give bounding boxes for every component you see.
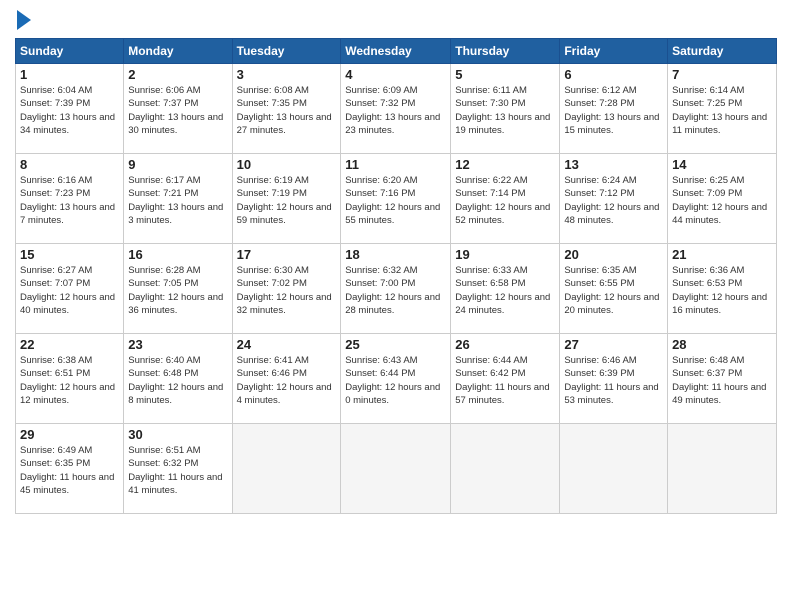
- table-row: 5Sunrise: 6:11 AMSunset: 7:30 PMDaylight…: [451, 64, 560, 154]
- table-row: [668, 424, 777, 514]
- table-row: 26Sunrise: 6:44 AMSunset: 6:42 PMDayligh…: [451, 334, 560, 424]
- calendar-week-5: 29Sunrise: 6:49 AMSunset: 6:35 PMDayligh…: [16, 424, 777, 514]
- table-row: 1Sunrise: 6:04 AMSunset: 7:39 PMDaylight…: [16, 64, 124, 154]
- table-row: 25Sunrise: 6:43 AMSunset: 6:44 PMDayligh…: [341, 334, 451, 424]
- calendar-body: 1Sunrise: 6:04 AMSunset: 7:39 PMDaylight…: [16, 64, 777, 514]
- col-monday: Monday: [124, 39, 232, 64]
- col-friday: Friday: [560, 39, 668, 64]
- table-row: 10Sunrise: 6:19 AMSunset: 7:19 PMDayligh…: [232, 154, 341, 244]
- table-row: 28Sunrise: 6:48 AMSunset: 6:37 PMDayligh…: [668, 334, 777, 424]
- logo-text: [15, 10, 31, 30]
- table-row: 20Sunrise: 6:35 AMSunset: 6:55 PMDayligh…: [560, 244, 668, 334]
- table-row: 21Sunrise: 6:36 AMSunset: 6:53 PMDayligh…: [668, 244, 777, 334]
- calendar-week-1: 1Sunrise: 6:04 AMSunset: 7:39 PMDaylight…: [16, 64, 777, 154]
- table-row: [232, 424, 341, 514]
- calendar-week-2: 8Sunrise: 6:16 AMSunset: 7:23 PMDaylight…: [16, 154, 777, 244]
- table-row: 30Sunrise: 6:51 AMSunset: 6:32 PMDayligh…: [124, 424, 232, 514]
- main-container: Sunday Monday Tuesday Wednesday Thursday…: [0, 0, 792, 524]
- table-row: 16Sunrise: 6:28 AMSunset: 7:05 PMDayligh…: [124, 244, 232, 334]
- header: [15, 10, 777, 30]
- logo: [15, 10, 31, 30]
- table-row: 22Sunrise: 6:38 AMSunset: 6:51 PMDayligh…: [16, 334, 124, 424]
- table-row: 8Sunrise: 6:16 AMSunset: 7:23 PMDaylight…: [16, 154, 124, 244]
- calendar-week-4: 22Sunrise: 6:38 AMSunset: 6:51 PMDayligh…: [16, 334, 777, 424]
- table-row: 23Sunrise: 6:40 AMSunset: 6:48 PMDayligh…: [124, 334, 232, 424]
- table-row: 13Sunrise: 6:24 AMSunset: 7:12 PMDayligh…: [560, 154, 668, 244]
- col-thursday: Thursday: [451, 39, 560, 64]
- calendar-table: Sunday Monday Tuesday Wednesday Thursday…: [15, 38, 777, 514]
- table-row: 4Sunrise: 6:09 AMSunset: 7:32 PMDaylight…: [341, 64, 451, 154]
- table-row: [451, 424, 560, 514]
- table-row: 11Sunrise: 6:20 AMSunset: 7:16 PMDayligh…: [341, 154, 451, 244]
- calendar-week-3: 15Sunrise: 6:27 AMSunset: 7:07 PMDayligh…: [16, 244, 777, 334]
- table-row: 14Sunrise: 6:25 AMSunset: 7:09 PMDayligh…: [668, 154, 777, 244]
- table-row: 18Sunrise: 6:32 AMSunset: 7:00 PMDayligh…: [341, 244, 451, 334]
- logo-arrow-icon: [17, 10, 31, 30]
- table-row: 3Sunrise: 6:08 AMSunset: 7:35 PMDaylight…: [232, 64, 341, 154]
- table-row: [560, 424, 668, 514]
- table-row: 29Sunrise: 6:49 AMSunset: 6:35 PMDayligh…: [16, 424, 124, 514]
- table-row: 12Sunrise: 6:22 AMSunset: 7:14 PMDayligh…: [451, 154, 560, 244]
- table-row: 2Sunrise: 6:06 AMSunset: 7:37 PMDaylight…: [124, 64, 232, 154]
- table-row: 7Sunrise: 6:14 AMSunset: 7:25 PMDaylight…: [668, 64, 777, 154]
- table-row: 27Sunrise: 6:46 AMSunset: 6:39 PMDayligh…: [560, 334, 668, 424]
- col-wednesday: Wednesday: [341, 39, 451, 64]
- table-row: [341, 424, 451, 514]
- table-row: 17Sunrise: 6:30 AMSunset: 7:02 PMDayligh…: [232, 244, 341, 334]
- table-row: 15Sunrise: 6:27 AMSunset: 7:07 PMDayligh…: [16, 244, 124, 334]
- table-row: 19Sunrise: 6:33 AMSunset: 6:58 PMDayligh…: [451, 244, 560, 334]
- table-row: 24Sunrise: 6:41 AMSunset: 6:46 PMDayligh…: [232, 334, 341, 424]
- calendar-header-row: Sunday Monday Tuesday Wednesday Thursday…: [16, 39, 777, 64]
- table-row: 9Sunrise: 6:17 AMSunset: 7:21 PMDaylight…: [124, 154, 232, 244]
- col-tuesday: Tuesday: [232, 39, 341, 64]
- table-row: 6Sunrise: 6:12 AMSunset: 7:28 PMDaylight…: [560, 64, 668, 154]
- col-sunday: Sunday: [16, 39, 124, 64]
- col-saturday: Saturday: [668, 39, 777, 64]
